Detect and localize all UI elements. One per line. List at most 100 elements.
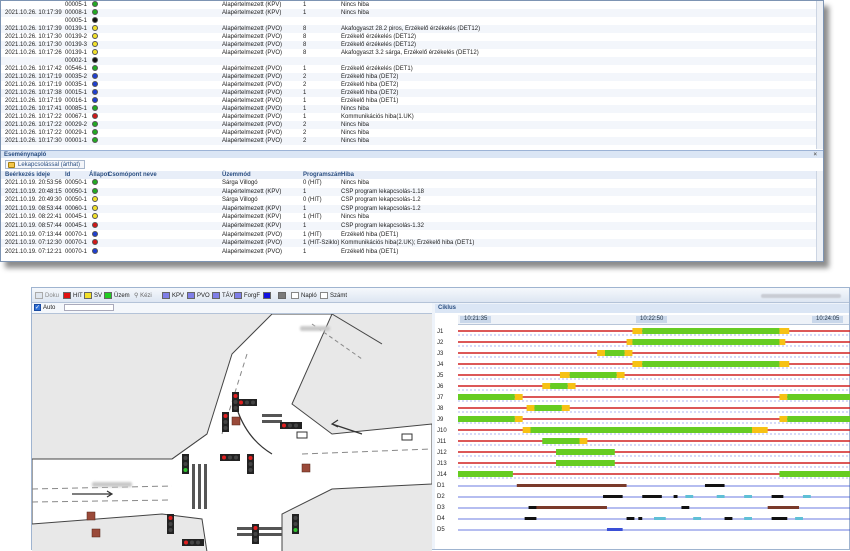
signal-group-label: D3 <box>437 505 445 511</box>
kezi-legend[interactable]: ⚲ Kézi <box>134 292 152 300</box>
sv-legend[interactable]: SV <box>84 292 102 300</box>
node-mode: Alapértelmezett (PVO) <box>222 138 283 144</box>
node-row[interactable]: 2021.10.26. 10:17:22 00029-2 Alapértelmeze… <box>1 121 823 129</box>
collapse-icon[interactable]: × <box>813 151 817 159</box>
hit-label: HIT <box>73 293 83 299</box>
node-id: 00029-2 <box>65 122 88 128</box>
signal-phase-segment <box>569 372 617 378</box>
signal-phase-segment <box>779 361 790 367</box>
signal-timeline <box>458 405 850 413</box>
node-row[interactable]: 00005-1 <box>1 17 823 25</box>
node-row[interactable]: 2021.10.26. 10:17:26 00139-1 Alapértelmeze… <box>1 49 823 57</box>
node-date: 2021.10.26. 10:17:19 <box>5 74 62 80</box>
search-input[interactable] <box>64 304 114 311</box>
kpv-legend[interactable]: KPV <box>162 292 184 300</box>
node-mode: Alapértelmezett (PVO) <box>222 106 283 112</box>
node-row[interactable]: 2021.10.26. 10:17:30 00139-3 Alapértelmeze… <box>1 41 823 49</box>
node-date: 2021.10.26. 10:17:22 <box>5 130 62 136</box>
signal-timeline <box>458 328 850 336</box>
col-name[interactable]: Csomópont neve <box>108 171 157 179</box>
node-program: 2 <box>303 122 307 128</box>
signal-phase-segment <box>632 339 780 345</box>
event-program: 1 <box>303 188 307 195</box>
col-program[interactable]: Programszám <box>303 171 343 179</box>
uzem-legend[interactable]: Üzem <box>104 292 130 300</box>
event-row[interactable]: 2021.10.19. 20:53:56 00050-1 Sárga Villogó… <box>1 179 823 187</box>
hit-legend[interactable]: HIT <box>63 292 83 300</box>
node-error: Érzékelő érzékelés (DET1) <box>341 66 413 72</box>
node-program: 1 <box>303 66 307 72</box>
pvo-legend[interactable]: PVO <box>187 292 210 300</box>
node-row[interactable]: 2021.10.26. 10:17:41 00085-1 Alapértelmeze… <box>1 105 823 113</box>
naplo-toggle[interactable]: Napló <box>291 292 317 300</box>
szamt-toggle[interactable]: Számt <box>320 292 347 300</box>
event-row[interactable]: 2021.10.19. 07:13:44 00070-1 Alapértelmeze… <box>1 230 823 239</box>
signal-group-lane: J14 <box>435 469 850 480</box>
event-row[interactable]: 2021.10.19. 20:48:15 00050-1 Alapértelmeze… <box>1 187 823 196</box>
signal-timeline <box>458 460 850 468</box>
signal-phase-segment <box>626 339 633 345</box>
status-dot-icon <box>92 179 98 185</box>
event-table-header: Beérkezés ideje Id Állapot Csomópont nev… <box>1 171 823 179</box>
tav-label: TÁV <box>222 293 234 299</box>
signal-phase-segment <box>534 405 562 411</box>
signal-timeline <box>458 361 850 369</box>
timeline-ruler[interactable]: 10:21:35 10:22:50 10:24:05 <box>458 315 849 325</box>
signal-timeline <box>458 471 850 479</box>
status-dot-icon <box>92 57 98 63</box>
intersection-drawing <box>32 314 432 551</box>
naplo-checkbox[interactable] <box>291 292 299 299</box>
signal-phase-segment <box>802 495 811 498</box>
col-state[interactable]: Állapot <box>89 171 109 179</box>
event-program: 1 (HIT) <box>303 231 322 238</box>
node-row[interactable]: 2021.10.26. 10:17:39 00139-1 Alapértelmeze… <box>1 25 823 33</box>
event-id: 00045-1 <box>65 223 88 229</box>
node-row[interactable]: 2021.10.26. 10:17:19 00035-1 Alapértelmeze… <box>1 81 823 89</box>
doku-toggle[interactable]: Doku <box>35 292 59 300</box>
event-row[interactable]: 2021.10.19. 08:22:41 00045-1 Alapértelmeze… <box>1 213 823 221</box>
signal-phase-segment <box>550 383 568 389</box>
node-row[interactable]: 00002-1 <box>1 57 823 65</box>
node-row[interactable]: 2021.10.26. 10:17:22 00067-1 Alapértelmeze… <box>1 113 823 121</box>
col-id[interactable]: Id <box>65 171 70 179</box>
node-error: Érzékelő hiba (DET2) <box>341 74 399 80</box>
signal-group-label: D1 <box>437 483 445 489</box>
node-mode: Alapértelmezett (PVO) <box>222 26 283 32</box>
time-label-1: 10:21:35 <box>460 316 492 323</box>
event-error: Kommunikációs hiba(2.ÚK); Érzékelő hiba … <box>341 240 475 247</box>
event-row[interactable]: 2021.10.19. 08:53:44 00060-1 Alapértelmeze… <box>1 204 823 213</box>
event-program: 0 (HIT) <box>303 180 322 186</box>
event-row[interactable]: 2021.10.19. 20:49:30 00050-1 Sárga Villogó… <box>1 196 823 204</box>
event-row[interactable]: 2021.10.19. 07:12:21 00070-1 Alapértelmeze… <box>1 247 823 256</box>
node-row[interactable]: 2021.10.26. 10:17:30 00001-1 Alapértelmeze… <box>1 137 823 145</box>
node-id: 00139-3 <box>65 42 88 48</box>
tav-legend[interactable]: TÁV <box>212 292 234 300</box>
event-id: 00070-1 <box>65 248 88 255</box>
event-table-scrollbar[interactable] <box>816 171 823 261</box>
status-dot-icon <box>92 65 98 71</box>
node-row[interactable]: 2021.10.26. 10:17:19 00016-1 Alapértelmeze… <box>1 97 823 105</box>
node-row[interactable]: 00005-1 Alapértelmezett (KPV) 1 Nincs hiba <box>1 1 823 9</box>
event-error: CSP program lekapcsolás-1.2 <box>341 205 421 212</box>
intersection-map[interactable] <box>32 313 432 551</box>
col-error[interactable]: Hiba <box>341 171 354 179</box>
signal-group-lane: J5 <box>435 370 850 381</box>
event-row[interactable]: 2021.10.19. 08:57:44 00045-1 Alapértelmeze… <box>1 222 823 230</box>
forgf-legend[interactable]: ForgF <box>234 292 260 300</box>
col-date[interactable]: Beérkezés ideje <box>5 171 50 179</box>
szamt-checkbox[interactable] <box>320 292 328 299</box>
node-row[interactable]: 2021.10.26. 10:17:39 00008-1 Alapértelmeze… <box>1 9 823 17</box>
auto-checkbox[interactable]: ✓ <box>34 304 41 311</box>
node-row[interactable]: 2021.10.26. 10:17:42 00546-1 Alapértelmeze… <box>1 65 823 73</box>
node-table-scrollbar[interactable] <box>816 1 823 149</box>
node-row[interactable]: 2021.10.26. 10:17:38 00015-1 Alapértelmeze… <box>1 89 823 97</box>
event-error: Nincs hiba <box>341 180 370 186</box>
node-row[interactable]: 2021.10.26. 10:17:19 00035-2 Alapértelmeze… <box>1 73 823 81</box>
col-mode[interactable]: Üzemmód <box>222 171 251 179</box>
node-row[interactable]: 2021.10.26. 10:17:30 00139-2 Alapértelmeze… <box>1 33 823 41</box>
disconnect-button[interactable]: Lekapcsolással (árthat) <box>5 160 86 169</box>
signal-phase-segment <box>795 517 803 520</box>
signal-phase-segment <box>514 416 523 422</box>
event-row[interactable]: 2021.10.19. 07:12:30 00070-1 Alapértelmeze… <box>1 239 823 248</box>
node-row[interactable]: 2021.10.26. 10:17:22 00029-1 Alapértelmeze… <box>1 129 823 137</box>
